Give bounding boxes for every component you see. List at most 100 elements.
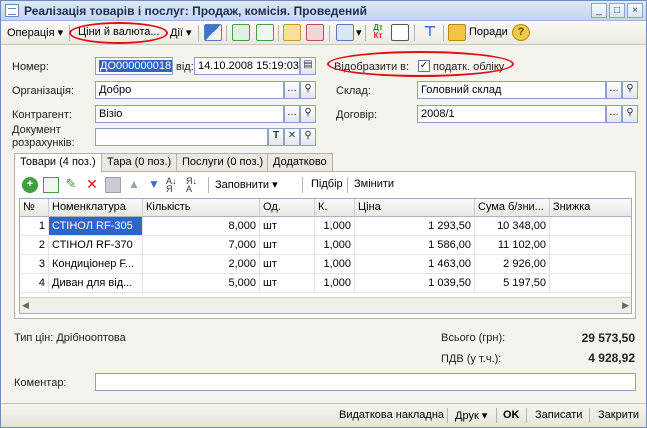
close-window-button[interactable]: × (627, 3, 643, 18)
table-cell[interactable]: 1,000 (315, 217, 355, 236)
tab-packaging[interactable]: Тара (0 поз.) (101, 153, 178, 171)
col-header-price[interactable]: Ціна (355, 199, 475, 217)
document-structure-icon[interactable] (306, 24, 324, 41)
copy-row-icon[interactable] (43, 177, 59, 193)
select-button[interactable]: Підбір (311, 178, 343, 190)
table-cell[interactable]: Кондиціонер F... (49, 255, 143, 274)
based-on-icon[interactable] (283, 24, 301, 41)
edit-row-icon[interactable]: ✎ (63, 177, 79, 193)
post-icon[interactable] (204, 24, 222, 41)
tab-goods[interactable]: Товари (4 поз.) (14, 153, 102, 172)
contractor-field[interactable]: Візіо (95, 105, 284, 123)
col-header-quantity[interactable]: Кількість (143, 199, 260, 217)
report-icon[interactable] (391, 24, 409, 41)
table-cell[interactable]: 7,000 (143, 236, 260, 255)
maximize-button[interactable]: □ (609, 3, 625, 18)
table-cell[interactable]: 10 348,00 (475, 217, 550, 236)
contract-select-button[interactable]: … (606, 105, 622, 123)
table-cell[interactable]: 1 586,00 (355, 236, 475, 255)
table-cell[interactable]: 1 293,50 (355, 217, 475, 236)
actions-menu[interactable]: Дії ▾ (170, 26, 192, 39)
table-cell[interactable]: 1,000 (315, 255, 355, 274)
minimize-button[interactable]: _ (591, 3, 607, 18)
warehouse-open-button[interactable]: ⚲ (622, 81, 638, 99)
tab-additional[interactable]: Додатково (267, 153, 333, 171)
contract-field[interactable]: 2008/1 (417, 105, 606, 123)
col-header-sum[interactable]: Сума б/зни... (475, 199, 550, 217)
table-cell[interactable]: 11 102,00 (475, 236, 550, 255)
tab-services[interactable]: Послуги (0 поз.) (176, 153, 270, 171)
table-cell[interactable]: 1 463,00 (355, 255, 475, 274)
col-header-discount[interactable]: Знижка (550, 199, 631, 217)
col-header-coef[interactable]: К. (315, 199, 355, 217)
table-cell[interactable]: шт (260, 274, 315, 293)
organization-select-button[interactable]: … (284, 81, 300, 99)
change-button[interactable]: Змінити (354, 178, 394, 190)
scroll-right-icon[interactable]: ▶ (622, 300, 629, 311)
date-field[interactable]: 14.10.2008 15:19:03 (194, 57, 300, 75)
table-cell[interactable]: 3 (20, 255, 49, 274)
table-cell[interactable]: 4 (20, 274, 49, 293)
end-edit-icon[interactable] (105, 177, 121, 193)
table-cell[interactable]: 2 (20, 236, 49, 255)
table-cell[interactable]: 5 197,50 (475, 274, 550, 293)
contract-open-button[interactable]: ⚲ (622, 105, 638, 123)
table-cell[interactable] (550, 274, 631, 293)
table-cell[interactable]: шт (260, 255, 315, 274)
move-down-icon[interactable]: ▼ (146, 177, 162, 193)
table-cell[interactable]: 8,000 (143, 217, 260, 236)
price-type-label[interactable]: Тип цін: Дрібнооптова (14, 332, 126, 344)
table-cell[interactable] (550, 217, 631, 236)
advice-icon[interactable] (448, 24, 466, 41)
clear-button[interactable]: ✕ (284, 128, 300, 146)
payment-doc-open-button[interactable]: ⚲ (300, 128, 316, 146)
warehouse-field[interactable]: Головний склад (417, 81, 606, 99)
go-to-icon[interactable] (336, 24, 354, 41)
table-cell[interactable]: 1 (20, 217, 49, 236)
advice-button[interactable]: Поради (469, 26, 508, 38)
contractor-open-button[interactable]: ⚲ (300, 105, 316, 123)
add-row-icon[interactable]: + (22, 177, 38, 193)
col-header-nomenclature[interactable]: Номенклатура (49, 199, 143, 217)
operation-menu[interactable]: Операція ▾ (7, 26, 63, 39)
table-cell[interactable]: 2,000 (143, 255, 260, 274)
refresh-icon[interactable] (232, 24, 250, 41)
sort-desc-icon[interactable]: Я↓ А (186, 177, 202, 194)
ok-button[interactable]: OK (503, 409, 520, 421)
table-cell[interactable] (550, 236, 631, 255)
contractor-select-button[interactable]: … (284, 105, 300, 123)
warehouse-select-button[interactable]: … (606, 81, 622, 99)
move-up-icon[interactable]: ▲ (126, 177, 142, 193)
number-field[interactable]: ДО000000018 (95, 57, 173, 75)
close-button[interactable]: Закрити (598, 409, 639, 421)
horizontal-scrollbar[interactable]: ◀ ▶ (20, 297, 631, 313)
col-header-unit[interactable]: Од. (260, 199, 315, 217)
save-button[interactable]: Записати (535, 409, 582, 421)
comment-field[interactable] (95, 373, 636, 391)
invoice-button[interactable]: Видаткова накладна (339, 409, 444, 421)
table-cell[interactable]: Диван для від... (49, 274, 143, 293)
table-cell[interactable]: 5,000 (143, 274, 260, 293)
table-cell[interactable]: шт (260, 217, 315, 236)
table-cell[interactable]: 1,000 (315, 236, 355, 255)
fill-menu[interactable]: Заповнити ▾ (215, 178, 278, 191)
debit-credit-icon[interactable]: Дт Кт (369, 24, 387, 41)
type-select-button[interactable]: T (268, 128, 284, 146)
filter-icon[interactable]: ⊤ (421, 24, 439, 41)
organization-open-button[interactable]: ⚲ (300, 81, 316, 99)
table-cell[interactable]: 2 926,00 (475, 255, 550, 274)
table-cell-selected[interactable]: СТІНОЛ RF-305 (49, 217, 143, 236)
table-cell[interactable] (550, 255, 631, 274)
table-cell[interactable]: СТІНОЛ RF-370 (49, 236, 143, 255)
table-cell[interactable]: шт (260, 236, 315, 255)
organization-field[interactable]: Добро (95, 81, 284, 99)
date-picker-button[interactable]: ▤ (300, 57, 316, 75)
print-menu[interactable]: Друк ▾ (455, 409, 487, 422)
payment-doc-field[interactable] (95, 128, 268, 146)
sort-asc-icon[interactable]: А↓ Я (166, 177, 182, 194)
help-icon[interactable]: ? (512, 24, 530, 41)
scroll-left-icon[interactable]: ◀ (22, 300, 29, 311)
delete-row-icon[interactable]: ✕ (84, 177, 100, 193)
table-cell[interactable]: 1,000 (315, 274, 355, 293)
table-cell[interactable]: 1 039,50 (355, 274, 475, 293)
